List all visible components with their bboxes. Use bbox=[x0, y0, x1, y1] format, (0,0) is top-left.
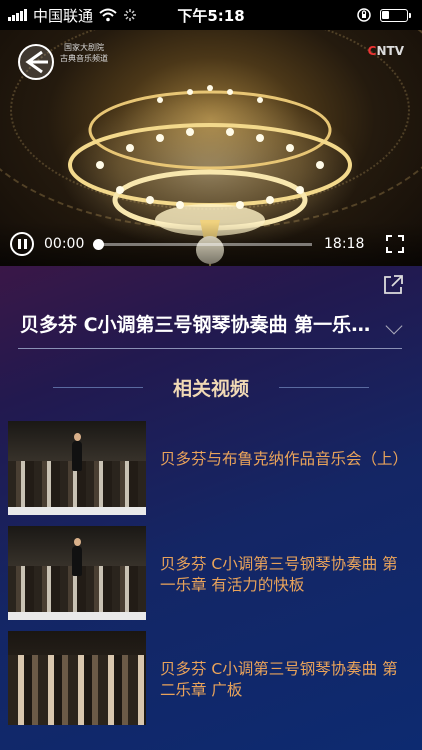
related-video-title: 贝多芬 C小调第三号钢琴协奏曲 第二乐章 广板 bbox=[160, 660, 398, 699]
loading-icon bbox=[124, 9, 137, 21]
related-section-header: 相关视频 bbox=[0, 374, 422, 401]
signal-icon bbox=[8, 9, 27, 21]
duration: 18:18 bbox=[324, 236, 365, 252]
rotation-lock-icon bbox=[357, 8, 371, 22]
video-thumbnail bbox=[8, 421, 146, 515]
battery-level bbox=[382, 10, 390, 19]
fullscreen-icon[interactable] bbox=[386, 235, 404, 253]
status-bar: 中国联通 下午5:18 bbox=[0, 0, 422, 30]
network-logo: CNTV bbox=[367, 44, 404, 58]
pause-icon[interactable] bbox=[10, 232, 34, 256]
wifi-icon bbox=[99, 8, 117, 22]
video-thumbnail bbox=[8, 526, 146, 620]
clock: 下午5:18 bbox=[177, 6, 245, 25]
battery-icon bbox=[380, 8, 411, 22]
player-controls: 00:00 18:18 bbox=[0, 222, 422, 266]
carrier-label: 中国联通 bbox=[33, 6, 94, 25]
related-video-title: 贝多芬与布鲁克纳作品音乐会（上） bbox=[160, 450, 409, 468]
video-player[interactable]: 国家大剧院 古典音乐频道 CNTV 00:00 18:18 bbox=[0, 30, 422, 266]
divider bbox=[279, 387, 369, 388]
related-video-item[interactable]: 贝多芬 C小调第三号钢琴协奏曲 第二乐章 广板 bbox=[8, 631, 414, 727]
video-title: 贝多芬 C小调第三号钢琴协奏曲 第一乐章 有活力的快板 bbox=[20, 314, 375, 336]
related-video-title: 贝多芬 C小调第三号钢琴协奏曲 第一乐章 有活力的快板 bbox=[160, 555, 398, 594]
video-thumbnail bbox=[8, 631, 146, 725]
back-arrow-icon[interactable] bbox=[16, 42, 56, 82]
progress-knob[interactable] bbox=[93, 238, 104, 250]
related-video-item[interactable]: 贝多芬与布鲁克纳作品音乐会（上） bbox=[8, 421, 414, 517]
share-icon[interactable] bbox=[382, 274, 404, 296]
divider bbox=[52, 387, 143, 388]
section-title: 相关视频 bbox=[172, 378, 249, 400]
detail-panel: 贝多芬 C小调第三号钢琴协奏曲 第一乐章 有活力的快板 相关视频 贝多芬与布鲁克… bbox=[0, 266, 422, 750]
divider bbox=[18, 348, 402, 349]
current-time: 00:00 bbox=[44, 236, 85, 252]
channel-logo: 国家大剧院 古典音乐频道 bbox=[60, 43, 108, 63]
progress-track[interactable] bbox=[93, 238, 312, 250]
related-video-item[interactable]: 贝多芬 C小调第三号钢琴协奏曲 第一乐章 有活力的快板 bbox=[8, 526, 414, 622]
chevron-down-icon[interactable] bbox=[385, 317, 403, 335]
